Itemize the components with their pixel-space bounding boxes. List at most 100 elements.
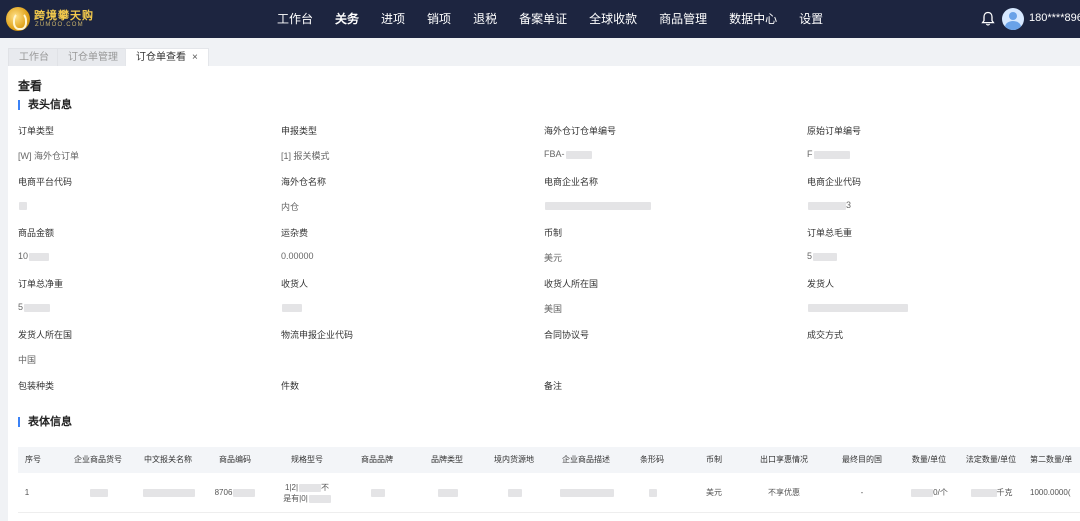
field-declare-type: 申报类型 [1] 报关模式	[281, 124, 531, 161]
field-value: [1] 报关模式	[281, 151, 330, 161]
field-label: 合同协议号	[544, 330, 590, 340]
field-overseas-order-no: 海外仓订仓单编号 FBA-	[544, 124, 794, 159]
bell-icon[interactable]	[981, 11, 995, 27]
field-company-name: 电商企业名称	[544, 175, 794, 210]
nav-item-input[interactable]: 进项	[370, 0, 416, 38]
field-value: 内仓	[281, 202, 300, 212]
nav-item-settings[interactable]: 设置	[788, 0, 834, 38]
field-value: 中国	[18, 355, 37, 365]
spec-line: 是有|0|	[276, 493, 338, 504]
logo-text: 跨境攀天购	[34, 9, 94, 22]
table-header: 序号 企业商品货号 中文报关名称 商品编码 规格型号 商品品牌 品牌类型 境内货…	[18, 447, 1080, 473]
redacted-block	[507, 488, 522, 497]
items-table: 序号 企业商品货号 中文报关名称 商品编码 规格型号 商品品牌 品牌类型 境内货…	[18, 447, 1080, 513]
cell-preferential: 不享优惠	[768, 488, 800, 497]
cell-brand	[352, 473, 402, 513]
column-header: 数量/单位	[911, 455, 947, 464]
field-label: 申报类型	[281, 126, 318, 136]
field-label: 备注	[544, 381, 563, 391]
column-header: 商品品牌	[361, 455, 393, 464]
field-label: 包装种类	[18, 381, 55, 391]
field-contract-no: 合同协议号	[544, 328, 794, 341]
field-label: 物流申报企业代码	[281, 330, 354, 340]
tab-order-management[interactable]: 订仓单管理	[57, 48, 129, 66]
field-value	[281, 302, 302, 312]
cell-seq: 1	[24, 488, 30, 497]
field-label: 运杂费	[281, 228, 309, 238]
field-value: 美元	[544, 253, 563, 263]
field-shipper-country: 发货人所在国 中国	[18, 328, 268, 365]
table-row[interactable]: 1 8706 1|2| 不 是有|0| 美元 不享优惠 - 0/个 千克 1000…	[18, 473, 1080, 513]
redacted-block	[648, 488, 657, 497]
main-content: 查看 表头信息 订单类型 [W] 海外仓订单 申报类型 [1] 报关模式 海外仓…	[8, 66, 1080, 521]
column-header: 出口享惠情况	[760, 455, 808, 464]
field-value	[544, 200, 651, 210]
logo-icon	[6, 7, 30, 31]
nav-item-global-payment[interactable]: 全球收款	[578, 0, 648, 38]
cell-sku	[70, 473, 126, 513]
spec-line: 1|2| 不	[284, 483, 330, 492]
redacted-block	[565, 150, 592, 159]
nav-item-data-center[interactable]: 数据中心	[718, 0, 788, 38]
nav-item-tax-refund[interactable]: 退税	[462, 0, 508, 38]
field-goods-amount: 商品金额 10	[18, 226, 268, 261]
column-header: 最终目的国	[842, 455, 882, 464]
avatar[interactable]	[1002, 8, 1024, 30]
field-label: 币制	[544, 228, 563, 238]
nav-item-customs[interactable]: 关务	[324, 0, 370, 38]
close-icon[interactable]: ×	[192, 52, 198, 63]
field-consignee: 收货人	[281, 277, 531, 312]
redacted-block	[370, 488, 385, 497]
field-label: 发货人	[807, 279, 835, 289]
nav-item-output[interactable]: 销项	[416, 0, 462, 38]
field-piece-count: 件数	[281, 379, 531, 392]
cell-spec: 1|2| 不 是有|0|	[276, 473, 338, 513]
field-label: 海外仓订仓单编号	[544, 126, 617, 136]
column-header: 第二数量/单	[1030, 455, 1073, 464]
cell-name-cn	[140, 473, 196, 513]
field-value: 5	[807, 251, 838, 261]
field-value	[18, 200, 27, 210]
user-name[interactable]: 180****8968	[1029, 12, 1080, 24]
field-label: 件数	[281, 381, 300, 391]
cell-origin	[486, 473, 542, 513]
section-title-header: 表头信息	[18, 100, 72, 111]
field-freight: 运杂费 0.00000	[281, 226, 531, 261]
column-header: 规格型号	[291, 455, 323, 464]
tab-label: 订仓单查看	[136, 52, 186, 63]
field-trade-terms: 成交方式	[807, 328, 1057, 341]
cell-second-qty: 1000.0000(	[1030, 488, 1071, 497]
field-gross-weight: 订单总毛重 5	[807, 226, 1057, 261]
tab-label: 订仓单管理	[68, 52, 118, 63]
field-value: 5	[18, 302, 51, 312]
field-value: 10	[18, 251, 50, 261]
redacted-block	[559, 488, 614, 497]
field-shipper: 发货人	[807, 277, 1057, 312]
field-label: 收货人所在国	[544, 279, 599, 289]
redacted-block	[808, 201, 846, 210]
nav-item-filing-docs[interactable]: 备案单证	[508, 0, 578, 38]
nav-item-workbench[interactable]: 工作台	[266, 0, 324, 38]
field-label: 收货人	[281, 279, 309, 289]
cell-desc	[555, 473, 617, 513]
field-value: 0.00000	[281, 251, 314, 261]
column-header: 商品编码	[219, 455, 251, 464]
nav-item-products[interactable]: 商品管理	[648, 0, 718, 38]
field-label: 电商企业代码	[807, 177, 862, 187]
logo[interactable]: 跨境攀天购 ZUMOO.COM	[6, 5, 93, 33]
tab-workbench[interactable]: 工作台	[8, 48, 60, 66]
tab-order-view[interactable]: 订仓单查看 ×	[125, 48, 209, 66]
redacted-block	[970, 488, 997, 497]
field-platform-code: 电商平台代码	[18, 175, 268, 210]
column-header: 企业商品货号	[74, 455, 122, 464]
field-value: 美国	[544, 304, 563, 314]
column-header: 币制	[706, 455, 722, 464]
tab-bar: 工作台 订仓单管理 订仓单查看 ×	[0, 38, 1080, 66]
page-title: 查看	[18, 79, 43, 93]
field-label: 商品金额	[18, 228, 55, 238]
field-warehouse-name: 海外仓名称 内仓	[281, 175, 531, 212]
redacted-block	[19, 201, 27, 210]
redacted-block	[808, 303, 908, 312]
field-remark: 备注	[544, 379, 794, 392]
field-value: 3	[807, 200, 851, 210]
